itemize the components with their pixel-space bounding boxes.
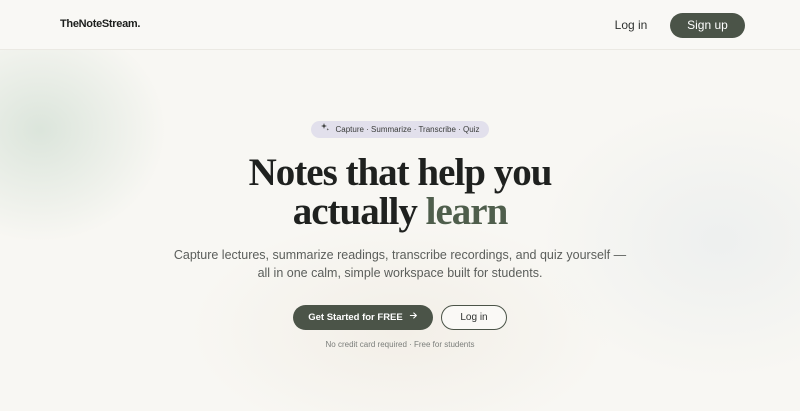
signup-note: No credit card required · Free for stude…: [325, 340, 475, 349]
sparkle-icon: [320, 121, 330, 138]
hero-subtitle-line1: Capture lectures, summarize readings, tr…: [173, 248, 627, 262]
feature-pill: Capture · Summarize · Transcribe · Quiz: [311, 121, 489, 138]
arrow-right-icon: [409, 305, 418, 330]
nav-login-link[interactable]: Log in: [610, 16, 652, 34]
brand-logo[interactable]: TheNoteStream.: [60, 18, 140, 30]
hero-subtitle: Capture lectures, summarize readings, tr…: [150, 246, 650, 282]
get-started-label: Get Started for FREE: [308, 312, 403, 323]
hero-title-line2-plain: actually: [292, 190, 418, 233]
hero-title-line1: Notes that help you: [248, 151, 553, 194]
get-started-button[interactable]: Get Started for FREE: [293, 305, 433, 330]
hero-login-button[interactable]: Log in: [441, 305, 507, 330]
signup-button[interactable]: Sign up: [670, 13, 745, 38]
feature-pill-text: Capture · Summarize · Transcribe · Quiz: [335, 125, 480, 134]
hero-title-accent: learn: [425, 190, 509, 233]
top-navbar: TheNoteStream. Log in Sign up: [0, 0, 800, 50]
hero-subtitle-line2: all in one calm, simple workspace built …: [257, 266, 543, 280]
hero-title: Notes that help you actually learn: [0, 153, 800, 231]
